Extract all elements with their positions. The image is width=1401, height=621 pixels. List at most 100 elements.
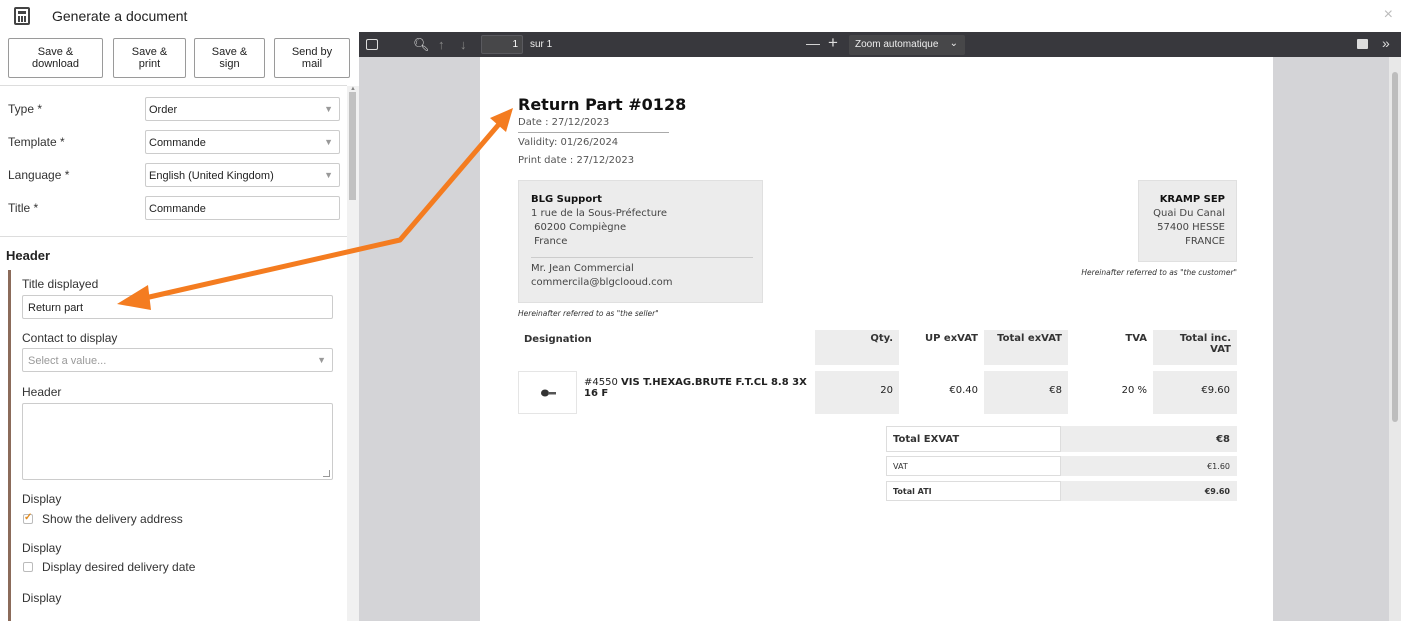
product-thumbnail (518, 371, 577, 414)
display-label: Display (22, 591, 62, 605)
title-label: Title * (8, 201, 39, 215)
customer-note: Hereinafter referred to as "the customer… (1081, 268, 1237, 277)
screw-icon (541, 389, 556, 397)
template-label: Template * (8, 135, 65, 149)
desired-date-label: Display desired delivery date (42, 560, 196, 574)
send-mail-button[interactable]: Send by mail (274, 38, 350, 78)
total-ati-row: Total ATI €9.60 (886, 481, 1237, 501)
seller-address: France (531, 236, 568, 247)
desired-date-checkbox[interactable] (23, 562, 33, 572)
header-textarea[interactable] (22, 403, 333, 480)
show-delivery-label: Show the delivery address (42, 512, 183, 526)
caret-down-icon: ▼ (324, 104, 333, 114)
table-header: Designation Qty. UP exVAT Total exVAT TV… (518, 330, 1237, 365)
seller-email: commercila@blgclooud.com (531, 277, 673, 288)
seller-box: BLG Support 1 rue de la Sous-Préfecture … (518, 180, 763, 303)
total-exvat-label: Total EXVAT (886, 426, 1061, 452)
total-exvat-row: Total EXVAT €8 (886, 426, 1237, 452)
previous-page-icon[interactable]: ↑ (438, 37, 445, 52)
page-number-input[interactable]: 1 (481, 35, 523, 54)
contact-select[interactable]: Select a value... ▼ (22, 348, 333, 372)
scrollbar-thumb[interactable] (349, 92, 356, 200)
display-label: Display (22, 492, 62, 506)
display-label: Display (22, 541, 62, 555)
show-delivery-checkbox[interactable] (23, 512, 33, 524)
total-exvat-value: €8 (1061, 426, 1237, 452)
save-print-button[interactable]: Save & print (113, 38, 186, 78)
search-icon[interactable]: 🔍︎ (413, 37, 430, 53)
title-displayed-label: Title displayed (22, 277, 99, 291)
vat-label: VAT (886, 456, 1061, 476)
title-input[interactable]: Commande (145, 196, 340, 220)
header-section-title: Header (6, 248, 51, 263)
seller-address: 60200 Compiègne (531, 222, 627, 233)
tools-icon[interactable]: » (1382, 35, 1390, 51)
presentation-icon[interactable] (1357, 39, 1368, 49)
next-page-icon[interactable]: ↓ (460, 37, 467, 52)
zoom-select[interactable]: Zoom automatique ⌄ (849, 35, 965, 55)
caret-down-icon: ▼ (324, 170, 333, 180)
row-total-inc: €9.60 (1153, 371, 1237, 414)
save-download-button[interactable]: Save & download (8, 38, 103, 78)
document-page: Return Part #0128 Date : 27/12/2023 Vali… (480, 57, 1273, 621)
document-print-date: Print date : 27/12/2023 (518, 155, 635, 166)
close-icon[interactable]: × (1384, 6, 1393, 24)
chevron-down-icon: ⌄ (949, 38, 958, 49)
scrollbar-thumb[interactable] (1392, 72, 1398, 422)
title-displayed-input[interactable]: Return part (22, 295, 333, 319)
save-sign-button[interactable]: Save & sign (194, 38, 265, 78)
row-designation: #4550 VIS T.HEXAG.BRUTE F.T.CL 8.8 3X 16… (584, 377, 807, 399)
total-ati-value: €9.60 (1061, 481, 1237, 501)
caret-down-icon: ▼ (324, 137, 333, 147)
language-row: Language * English (United Kingdom) ▼ (0, 163, 347, 187)
column-header: Total inc. VAT (1153, 330, 1237, 365)
divider (531, 257, 753, 258)
section-indicator (8, 270, 11, 621)
viewer-scrollbar[interactable] (1389, 57, 1401, 621)
column-header: UP exVAT (899, 330, 984, 365)
customer-address: FRANCE (1185, 236, 1225, 247)
window-titlebar: Generate a document × (0, 0, 1401, 32)
column-header: Total exVAT (984, 330, 1068, 365)
viewer-toolbar: 🔍︎ ↑ ↓ 1 sur 1 — + Zoom automatique ⌄ » (359, 32, 1401, 57)
customer-address: 57400 HESSE (1157, 222, 1225, 233)
title-row: Title * Commande (0, 196, 347, 220)
customer-box: KRAMP SEP Quai Du Canal 57400 HESSE FRAN… (1138, 180, 1237, 262)
language-select[interactable]: English (United Kingdom) ▼ (145, 163, 340, 187)
document-date: Date : 27/12/2023 (518, 117, 610, 128)
caret-down-icon: ▼ (317, 355, 326, 365)
total-ati-label: Total ATI (886, 481, 1061, 501)
header-label: Header (22, 385, 62, 399)
settings-panel: Save & download Save & print Save & sign Se… (0, 32, 359, 621)
divider (0, 236, 347, 237)
page-count: sur 1 (530, 39, 553, 50)
column-header: Qty. (815, 330, 899, 365)
zoom-in-icon[interactable]: + (828, 33, 838, 53)
calculator-icon (14, 7, 30, 25)
contact-label: Contact to display (22, 331, 118, 345)
row-tva: 20 % (1121, 385, 1147, 396)
seller-note: Hereinafter referred to as "the seller" (518, 309, 659, 318)
customer-address: Quai Du Canal (1153, 208, 1225, 219)
template-select[interactable]: Commande ▼ (145, 130, 340, 154)
type-row: Type * Order ▼ (0, 97, 347, 121)
vat-value: €1.60 (1061, 456, 1237, 476)
document-title: Return Part #0128 (518, 95, 687, 114)
vat-row: VAT €1.60 (886, 456, 1237, 476)
pdf-viewer: 🔍︎ ↑ ↓ 1 sur 1 — + Zoom automatique ⌄ » R… (359, 32, 1401, 621)
column-header: Designation (518, 330, 815, 365)
type-select[interactable]: Order ▼ (145, 97, 340, 121)
panel-scrollbar[interactable]: ▲ (347, 86, 359, 621)
row-unit-price: €0.40 (949, 385, 978, 396)
table-row: #4550 VIS T.HEXAG.BRUTE F.T.CL 8.8 3X 16… (518, 371, 1237, 414)
zoom-out-icon[interactable]: — (806, 35, 820, 51)
sidebar-toggle-icon[interactable] (366, 39, 378, 50)
seller-name: BLG Support (531, 194, 602, 205)
language-label: Language * (8, 168, 70, 182)
seller-address: 1 rue de la Sous-Préfecture (531, 208, 668, 219)
customer-name: KRAMP SEP (1159, 194, 1225, 205)
divider (0, 85, 347, 86)
divider (518, 132, 669, 133)
seller-contact: Mr. Jean Commercial (531, 263, 634, 274)
template-row: Template * Commande ▼ (0, 130, 347, 154)
